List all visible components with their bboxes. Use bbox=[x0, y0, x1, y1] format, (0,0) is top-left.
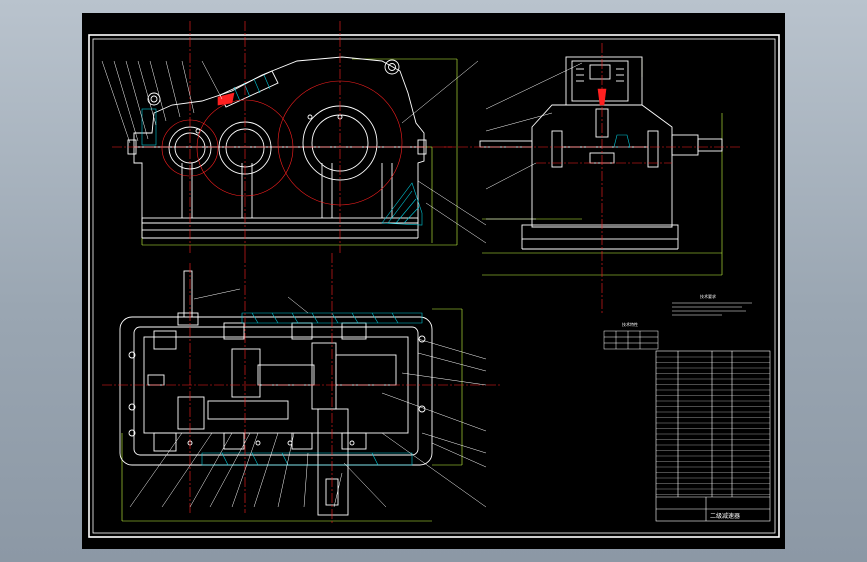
side-hatch bbox=[613, 134, 631, 148]
top-section-view bbox=[102, 253, 502, 523]
front-view bbox=[101, 21, 487, 253]
top-dimensions bbox=[121, 308, 463, 522]
cad-viewport[interactable]: 技术要求 技术特性 二级减速器 bbox=[82, 13, 785, 549]
drawing-title: 二级减速器 bbox=[710, 512, 740, 520]
top-leaders bbox=[129, 288, 487, 508]
front-housing bbox=[127, 56, 427, 239]
technical-notes: 技术要求 bbox=[672, 293, 752, 316]
front-leaders bbox=[101, 60, 487, 244]
front-hatch bbox=[141, 74, 423, 226]
side-housing bbox=[479, 56, 723, 250]
characteristics-table: 技术特性 bbox=[603, 321, 659, 350]
notes-heading: 技术要求 bbox=[700, 293, 716, 299]
title-block: 二级减速器 bbox=[655, 350, 771, 522]
side-view bbox=[442, 43, 742, 313]
top-center-lines bbox=[102, 253, 502, 523]
assembly-drawing: 技术要求 技术特性 二级减速器 bbox=[88, 21, 780, 538]
top-housing bbox=[119, 270, 433, 516]
side-center-lines bbox=[442, 43, 742, 313]
table-heading: 技术特性 bbox=[622, 321, 638, 327]
